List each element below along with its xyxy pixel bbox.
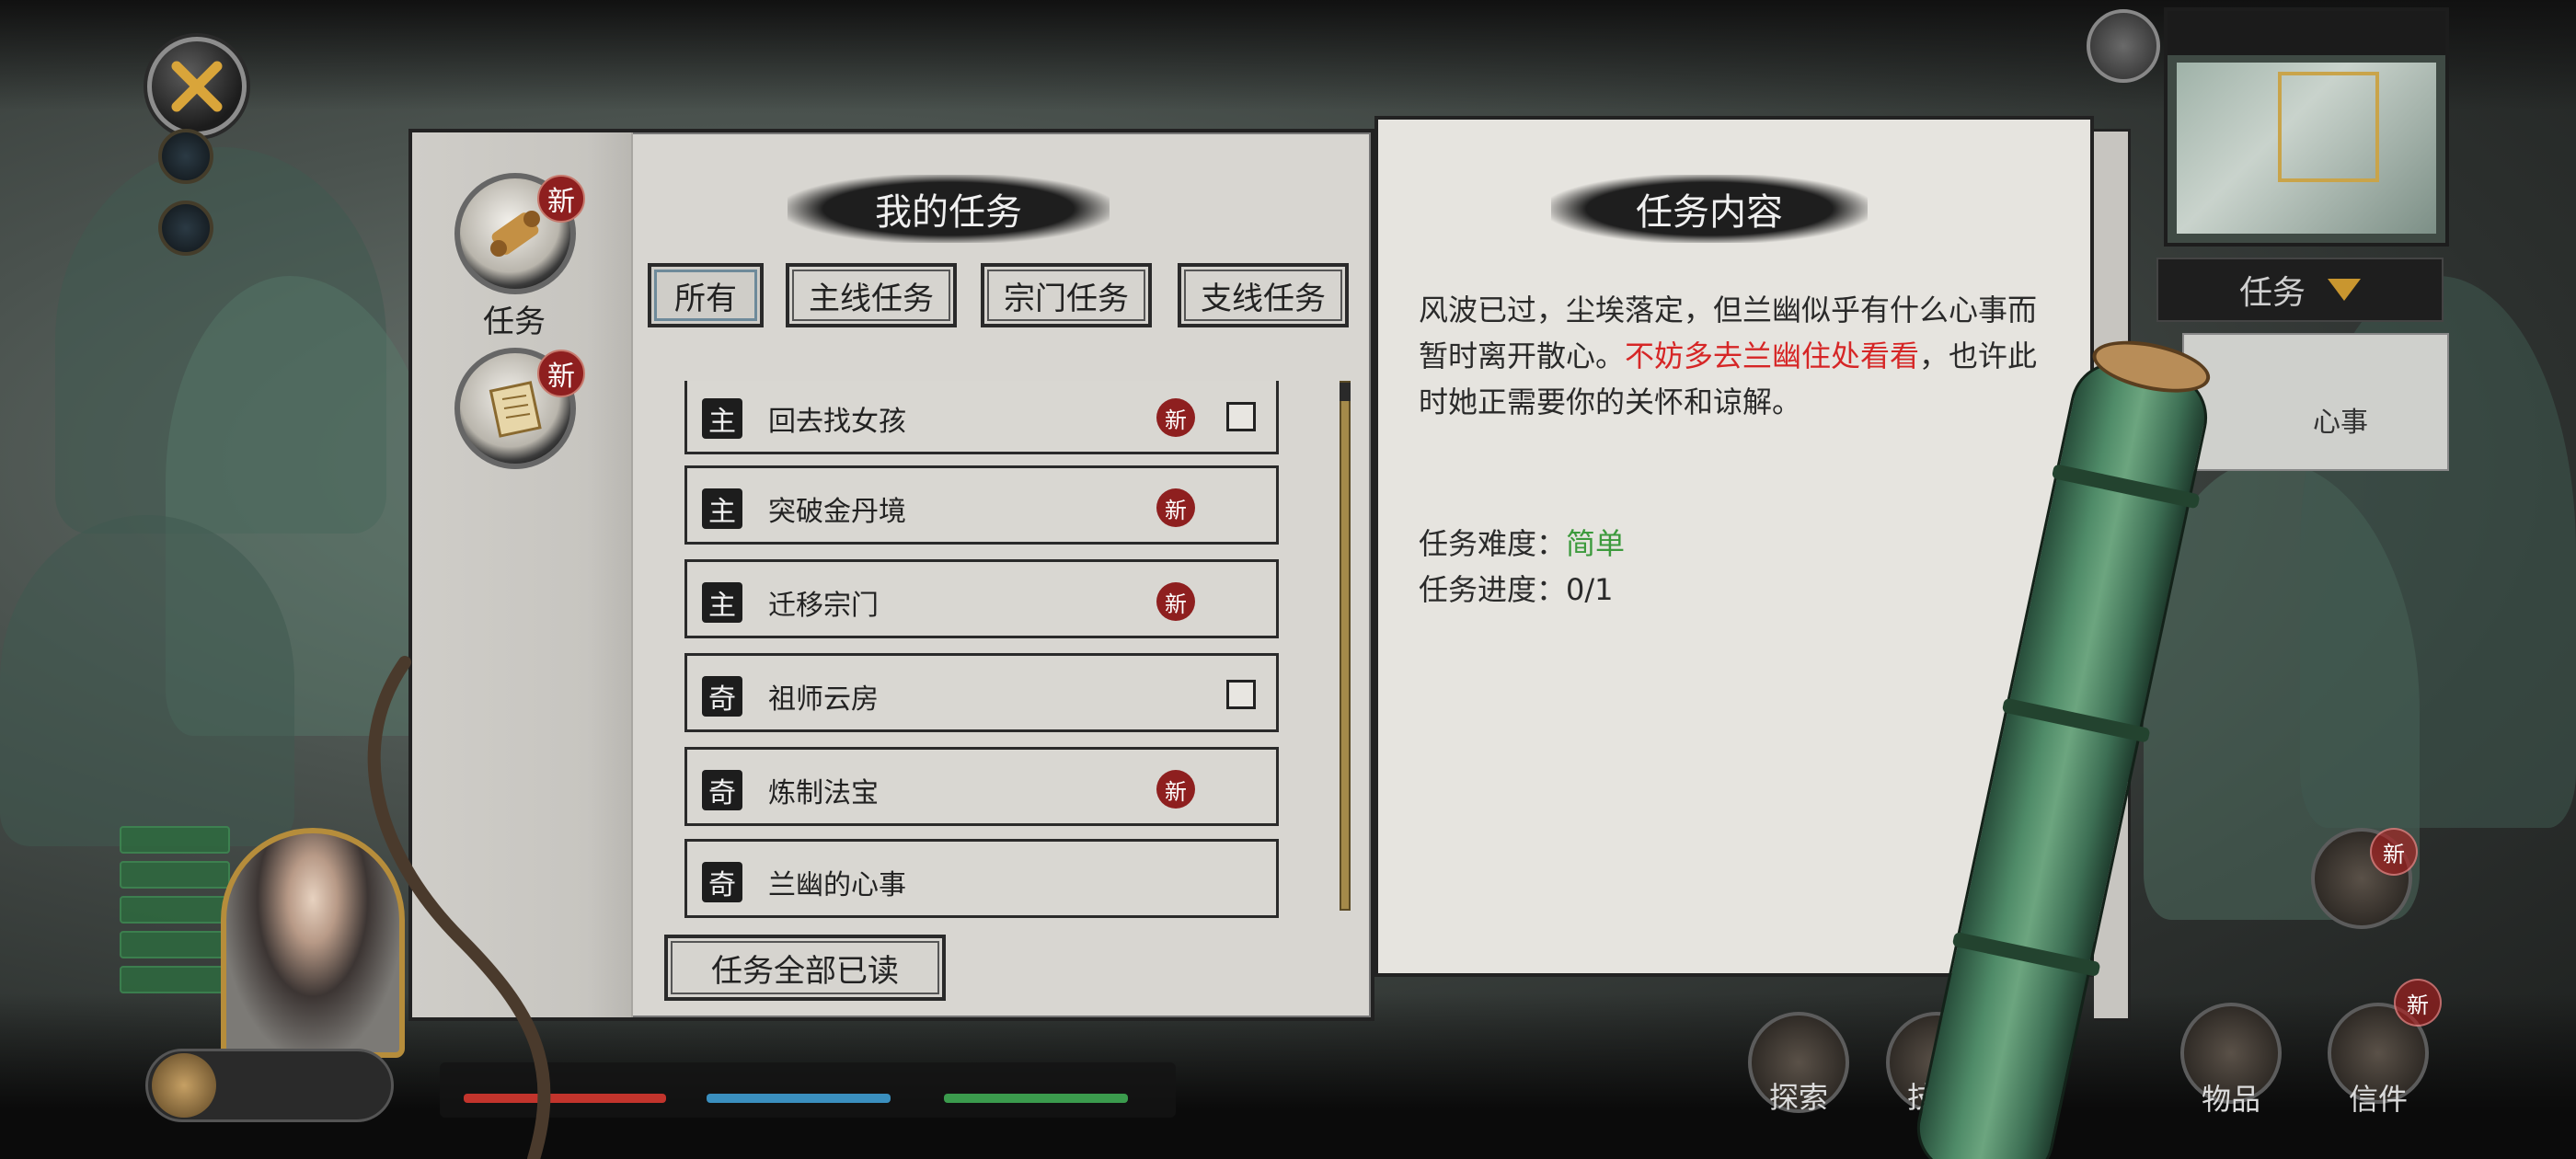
difficulty-label: 任务难度：: [1419, 526, 1567, 561]
minimap[interactable]: [2164, 7, 2449, 247]
new-badge: 新: [1156, 488, 1195, 527]
quest-row[interactable]: 主 迁移宗门 新: [684, 559, 1279, 638]
difficulty-value: 简单: [1566, 526, 1626, 561]
mark-all-read-button[interactable]: 任务全部已读: [664, 935, 946, 1001]
close-button[interactable]: [147, 37, 247, 136]
quest-name: 兰幽的心事: [768, 869, 906, 901]
quest-hint-highlight: 不妨多去兰幽住处看看: [1625, 339, 1920, 373]
task-tracker-dropdown[interactable]: 任务: [2156, 258, 2444, 322]
quest-type-badge: 主: [702, 398, 742, 439]
tab-side-quests[interactable]: 支线任务: [1178, 263, 1349, 327]
quest-list[interactable]: 主 回去找女孩 新 主 突破金丹境 新 主 迁移宗门 新 奇 祖师云房 奇 炼制…: [684, 381, 1279, 924]
quest-list-scrollbar[interactable]: [1340, 381, 1351, 911]
new-badge: 新: [537, 175, 585, 223]
quest-row[interactable]: 主 突破金丹境 新: [684, 465, 1279, 545]
tab-all[interactable]: 所有: [648, 263, 764, 327]
quest-name: 突破金丹境: [768, 496, 906, 528]
progress-label: 任务进度：: [1419, 572, 1567, 607]
chevron-down-icon: [2328, 279, 2361, 301]
quest-row[interactable]: 奇 兰幽的心事: [684, 839, 1279, 918]
quest-type-badge: 奇: [702, 770, 742, 810]
items-label: 物品: [2201, 1082, 2260, 1117]
tab-main-quests[interactable]: 主线任务: [786, 263, 957, 327]
close-icon: [171, 61, 223, 112]
settings-icon[interactable]: [2087, 9, 2160, 83]
quest-list-title: 我的任务: [788, 175, 1110, 243]
new-badge: 新: [2370, 828, 2418, 876]
tracked-task-card[interactable]: 心事: [2182, 333, 2449, 471]
quest-type-badge: 主: [702, 488, 742, 529]
track-checkbox[interactable]: [1226, 680, 1256, 709]
quest-name: 炼制法宝: [768, 777, 879, 809]
new-badge: 新: [537, 350, 585, 397]
quest-row[interactable]: 奇 炼制法宝 新: [684, 747, 1279, 826]
side-shortcut-icon[interactable]: [158, 201, 213, 256]
letters-label: 信件: [2348, 1082, 2408, 1117]
quest-type-badge: 奇: [702, 862, 742, 902]
progress-value: 0/1: [1566, 572, 1614, 607]
task-tracker-label: 任务: [2238, 274, 2306, 312]
quest-name: 祖师云房: [768, 683, 879, 716]
quest-type-badge: 主: [702, 582, 742, 623]
quest-row[interactable]: 奇 祖师云房: [684, 653, 1279, 732]
side-shortcut-icon[interactable]: [158, 129, 213, 184]
new-badge: 新: [2394, 979, 2442, 1027]
quest-row[interactable]: 主 回去找女孩 新: [684, 381, 1279, 454]
quest-type-badge: 奇: [702, 676, 742, 717]
new-badge: 新: [1156, 398, 1195, 437]
quest-detail-title: 任务内容: [1551, 175, 1868, 243]
rope-decoration: [367, 656, 551, 1159]
quest-meta: 任务难度：简单 任务进度：0/1: [1419, 521, 1625, 613]
explore-label: 探索: [1768, 1080, 1828, 1115]
status-effects: [120, 826, 230, 1001]
new-badge: 新: [1156, 582, 1195, 621]
quest-description: 风波已过，尘埃落定，但兰幽似乎有什么心事而暂时离开散心。不妨多去兰幽住处看看，也…: [1419, 293, 2038, 419]
track-checkbox[interactable]: [1226, 402, 1256, 431]
quest-name: 回去找女孩: [768, 406, 906, 438]
tab-sect-quests[interactable]: 宗门任务: [981, 263, 1152, 327]
tab-tasks-label: 任务: [483, 304, 546, 340]
new-badge: 新: [1156, 770, 1195, 809]
quest-name: 迁移宗门: [768, 590, 879, 622]
